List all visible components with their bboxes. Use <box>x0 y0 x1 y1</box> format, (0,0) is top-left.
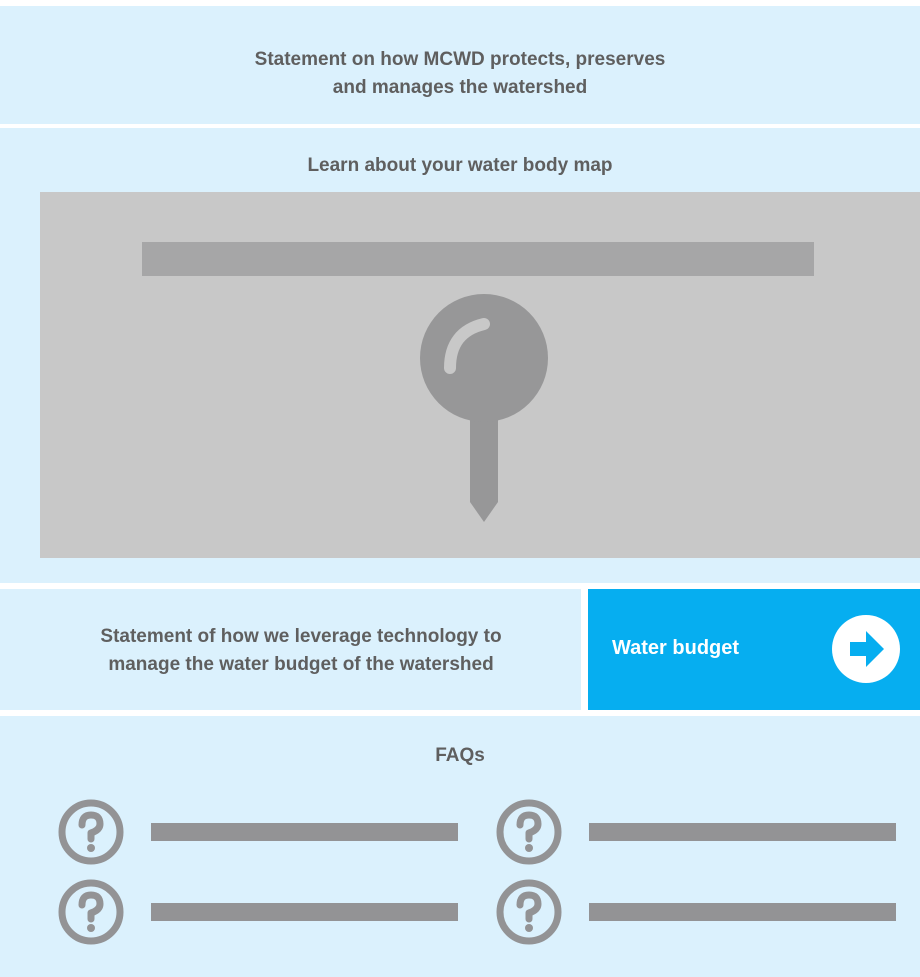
intro-statement-line-1: Statement on how MCWD protects, preserve… <box>254 49 666 70</box>
technology-panel: Statement of how we leverage technology … <box>0 589 581 710</box>
arrow-right-circle-icon <box>832 615 900 688</box>
faq-item[interactable] <box>496 879 896 945</box>
faqs-title: FAQs <box>435 745 485 766</box>
water-body-map[interactable] <box>40 192 920 558</box>
water-budget-label: Water budget <box>612 637 740 659</box>
intro-statement-line-2: and manages the watershed <box>332 77 588 98</box>
faq-question-placeholder <box>151 823 458 841</box>
faq-question-placeholder <box>151 903 458 921</box>
faq-item[interactable] <box>496 799 896 865</box>
map-pin-icon <box>416 294 552 527</box>
faq-item[interactable] <box>58 799 458 865</box>
technology-statement-line-2: manage the water budget of the watershed <box>108 654 494 675</box>
question-circle-icon <box>58 799 124 865</box>
water-budget-button[interactable]: Water budget <box>588 589 920 710</box>
intro-panel: Statement on how MCWD protects, preserve… <box>0 6 920 124</box>
question-circle-icon <box>496 879 562 945</box>
technology-statement-line-1: Statement of how we leverage technology … <box>100 626 502 647</box>
faqs-section: FAQs <box>0 716 920 977</box>
map-section: Learn about your water body map <box>0 128 920 583</box>
faq-item[interactable] <box>58 879 458 945</box>
faq-question-placeholder <box>589 903 896 921</box>
map-section-title: Learn about your water body map <box>307 155 613 176</box>
faq-question-placeholder <box>589 823 896 841</box>
map-search-bar-placeholder[interactable] <box>142 242 814 276</box>
intro-statement: Statement on how MCWD protects, preserve… <box>0 46 920 102</box>
technology-statement: Statement of how we leverage technology … <box>36 623 566 679</box>
question-circle-icon <box>58 879 124 945</box>
question-circle-icon <box>496 799 562 865</box>
